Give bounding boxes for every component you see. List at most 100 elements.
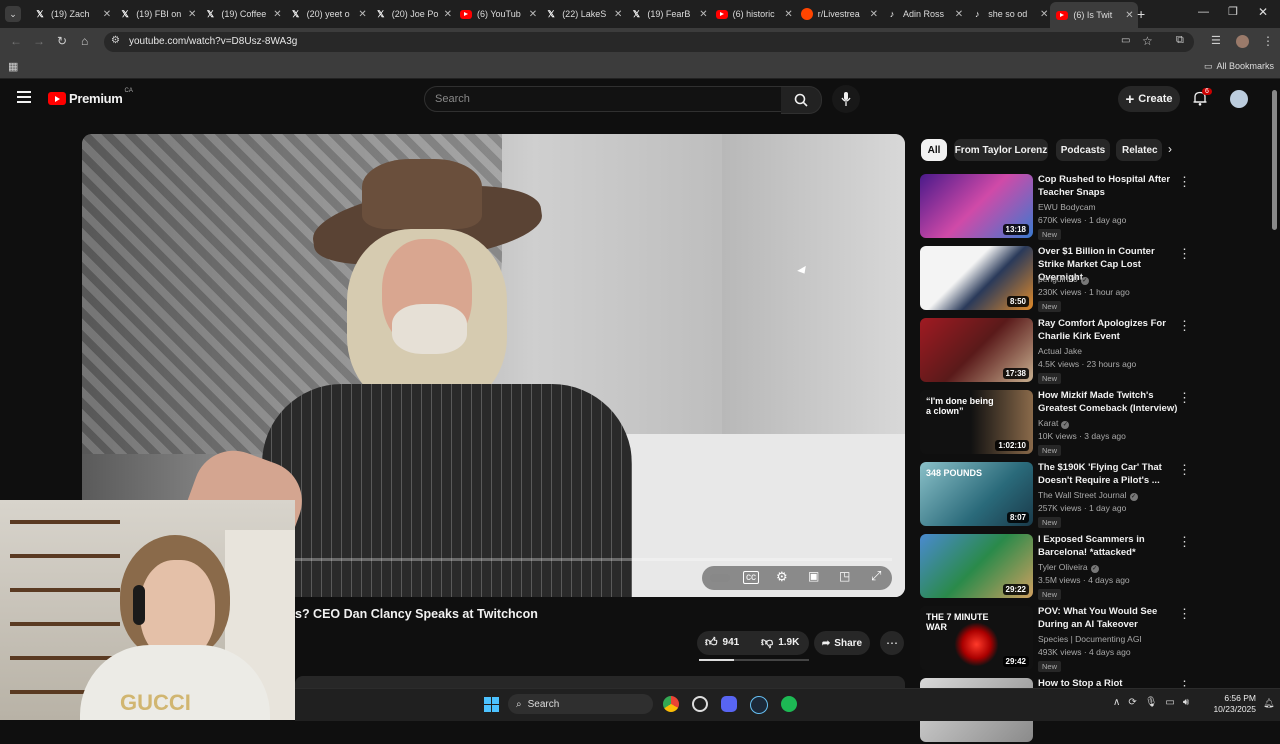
profile-avatar[interactable]	[1236, 35, 1249, 48]
browser-tab[interactable]: (6) Is Twit ✕	[1050, 2, 1138, 28]
more-options-icon[interactable]: ⋮	[1178, 246, 1191, 262]
tab-close-icon[interactable]: ✕	[444, 9, 452, 20]
browser-tab[interactable]: 𝕏 (20) Joe Po ✕	[369, 4, 456, 24]
url-text[interactable]: youtube.com/watch?v=D8Usz-8WA3g	[129, 36, 297, 47]
more-options-icon[interactable]: ⋮	[1178, 534, 1191, 550]
browser-tab[interactable]: r/Livestrea ✕	[795, 4, 882, 24]
channel-name[interactable]: Tyler Oliveira ✓	[1038, 562, 1099, 573]
video-title[interactable]: Cop Rushed to Hospital After Teacher Sna…	[1038, 173, 1178, 199]
channel-name[interactable]: Species | Documenting AGI	[1038, 634, 1142, 644]
channel-name[interactable]: Actual Jake	[1038, 346, 1082, 356]
more-options-icon[interactable]: ⋮	[1178, 462, 1191, 478]
browser-tab[interactable]: 𝕏 (20) yeet o ✕	[284, 4, 371, 24]
browser-menu-icon[interactable]: ⋮	[1262, 34, 1274, 48]
site-info-icon[interactable]: ⚙	[111, 35, 120, 46]
openai-icon[interactable]	[692, 696, 708, 712]
back-icon[interactable]: ←	[10, 34, 22, 48]
browser-tab[interactable]: (6) YouTub ✕	[454, 4, 541, 24]
recommended-video[interactable]: 13:18 Cop Rushed to Hospital After Teache…	[920, 174, 1260, 240]
filter-chip[interactable]: All	[921, 139, 947, 161]
restore-icon[interactable]: ❐	[1228, 5, 1238, 18]
more-options-icon[interactable]: ⋮	[1178, 174, 1191, 190]
page-scrollbar[interactable]	[1272, 90, 1277, 230]
notification-center-icon[interactable]: 🔔︎	[1263, 698, 1274, 709]
browser-tab[interactable]: ♪ Adin Ross ✕	[880, 4, 967, 24]
taskbar-search-box[interactable]: ⌕ Search	[508, 694, 653, 714]
tab-search-icon[interactable]: ⌄	[5, 6, 21, 22]
steam-icon[interactable]	[750, 696, 768, 714]
channel-name[interactable]: Karat ✓	[1038, 418, 1070, 429]
extensions-icon[interactable]: ⧉	[1176, 34, 1184, 47]
video-thumbnail[interactable]: THE 7 MINUTE WAR 29:42	[920, 606, 1033, 670]
hamburger-menu-icon[interactable]	[17, 91, 31, 103]
filter-chip[interactable]: From Taylor Lorenz	[954, 139, 1048, 161]
youtube-logo[interactable]: Premium CA	[48, 88, 133, 106]
tab-close-icon[interactable]: ✕	[1125, 10, 1133, 21]
recommended-video[interactable]: 8:50 Over $1 Billion in Counter Strike Ma…	[920, 246, 1260, 312]
close-window-icon[interactable]: ✕	[1258, 5, 1268, 19]
tab-close-icon[interactable]: ✕	[699, 9, 707, 20]
video-title[interactable]: How Mizkif Made Twitch's Greatest Comeba…	[1038, 389, 1178, 415]
tab-close-icon[interactable]: ✕	[614, 9, 622, 20]
apps-grid-icon[interactable]: ▦	[8, 60, 18, 73]
tab-close-icon[interactable]: ✕	[1040, 9, 1048, 20]
fullscreen-icon[interactable]: ⤢	[871, 568, 881, 584]
tab-close-icon[interactable]: ✕	[188, 9, 196, 20]
discord-icon[interactable]	[721, 696, 737, 712]
forward-icon[interactable]: →	[33, 34, 45, 48]
video-thumbnail[interactable]: 17:38	[920, 318, 1033, 382]
create-button[interactable]: + Create	[1118, 86, 1180, 112]
recommended-video[interactable]: 29:22 I Exposed Scammers in Barcelona! *a…	[920, 534, 1260, 600]
miniplayer-icon[interactable]: ▣	[808, 569, 819, 583]
tab-close-icon[interactable]: ✕	[529, 9, 537, 20]
all-bookmarks[interactable]: ▭ All Bookmarks	[1204, 61, 1274, 72]
browser-tab[interactable]: 𝕏 (22) LakeS ✕	[539, 4, 626, 24]
chips-scroll-right-icon[interactable]: ›	[1168, 142, 1172, 156]
bookmark-star-icon[interactable]: ☆	[1142, 34, 1153, 48]
settings-gear-icon[interactable]: ⚙	[776, 569, 788, 585]
tab-close-icon[interactable]: ✕	[784, 9, 792, 20]
video-thumbnail[interactable]: 29:22	[920, 534, 1033, 598]
tab-close-icon[interactable]: ✕	[103, 9, 111, 20]
video-title[interactable]: I Exposed Scammers in Barcelona! *attack…	[1038, 533, 1178, 559]
spotify-icon[interactable]	[781, 696, 797, 712]
search-input[interactable]: Search	[424, 86, 782, 112]
recommended-video[interactable]: 348 POUNDS 8:07 The $190K 'Flying Car' Tha…	[920, 462, 1260, 528]
video-title[interactable]: POV: What You Would See During an AI Tak…	[1038, 605, 1178, 631]
browser-tab[interactable]: 𝕏 (19) FearB ✕	[624, 4, 711, 24]
more-options-icon[interactable]: ⋮	[1178, 318, 1191, 334]
autoplay-toggle[interactable]	[710, 574, 730, 582]
chrome-icon[interactable]	[663, 696, 679, 712]
video-thumbnail[interactable]: “I'm done being a clown” 1:02:10	[920, 390, 1033, 454]
recommended-video[interactable]: THE 7 MINUTE WAR 29:42 POV: What You Would…	[920, 606, 1260, 672]
minimize-icon[interactable]: —	[1198, 6, 1209, 18]
filter-chip[interactable]: Relatec	[1116, 139, 1162, 161]
browser-tab[interactable]: 𝕏 (19) Zach ✕	[28, 4, 115, 24]
browser-tab[interactable]: ♪ she so od ✕	[965, 4, 1052, 24]
reload-icon[interactable]: ↻	[57, 34, 67, 48]
notifications-button[interactable]: 6	[1193, 88, 1212, 111]
dislike-button[interactable]: 👎︎ 1.9K	[761, 635, 799, 650]
like-button[interactable]: 👍︎ 941	[705, 635, 739, 650]
video-title[interactable]: The $190K 'Flying Car' That Doesn't Requ…	[1038, 461, 1178, 487]
browser-tab[interactable]: (6) historic ✕	[710, 4, 797, 24]
captions-icon[interactable]: cc	[743, 571, 759, 584]
tab-close-icon[interactable]: ✕	[358, 9, 366, 20]
browser-tab[interactable]: 𝕏 (19) FBI on ✕	[113, 4, 200, 24]
cast-icon[interactable]: ▭	[1121, 35, 1130, 46]
recommended-video[interactable]: “I'm done being a clown” 1:02:10 How Mizki…	[920, 390, 1260, 456]
channel-name[interactable]: EWU Bodycam	[1038, 202, 1096, 212]
video-thumbnail[interactable]: 13:18	[920, 174, 1033, 238]
video-title[interactable]: Ray Comfort Apologizes For Charlie Kirk …	[1038, 317, 1178, 343]
tab-close-icon[interactable]: ✕	[870, 9, 878, 20]
progress-bar-track[interactable]	[292, 558, 892, 561]
system-tray[interactable]: ∧ ⟳ 🎙︎ ▭ 🔊︎	[1113, 697, 1189, 708]
tab-close-icon[interactable]: ✕	[955, 9, 963, 20]
channel-name[interactable]: penguin20 ✓	[1038, 274, 1089, 285]
filter-chip[interactable]: Podcasts	[1056, 139, 1110, 161]
windows-start-icon[interactable]	[484, 697, 499, 712]
channel-name[interactable]: The Wall Street Journal ✓	[1038, 490, 1138, 501]
video-thumbnail[interactable]: 348 POUNDS 8:07	[920, 462, 1033, 526]
cast-to-tv-icon[interactable]: ◳	[839, 569, 850, 583]
tab-search-list-icon[interactable]: ☰	[1211, 34, 1221, 47]
